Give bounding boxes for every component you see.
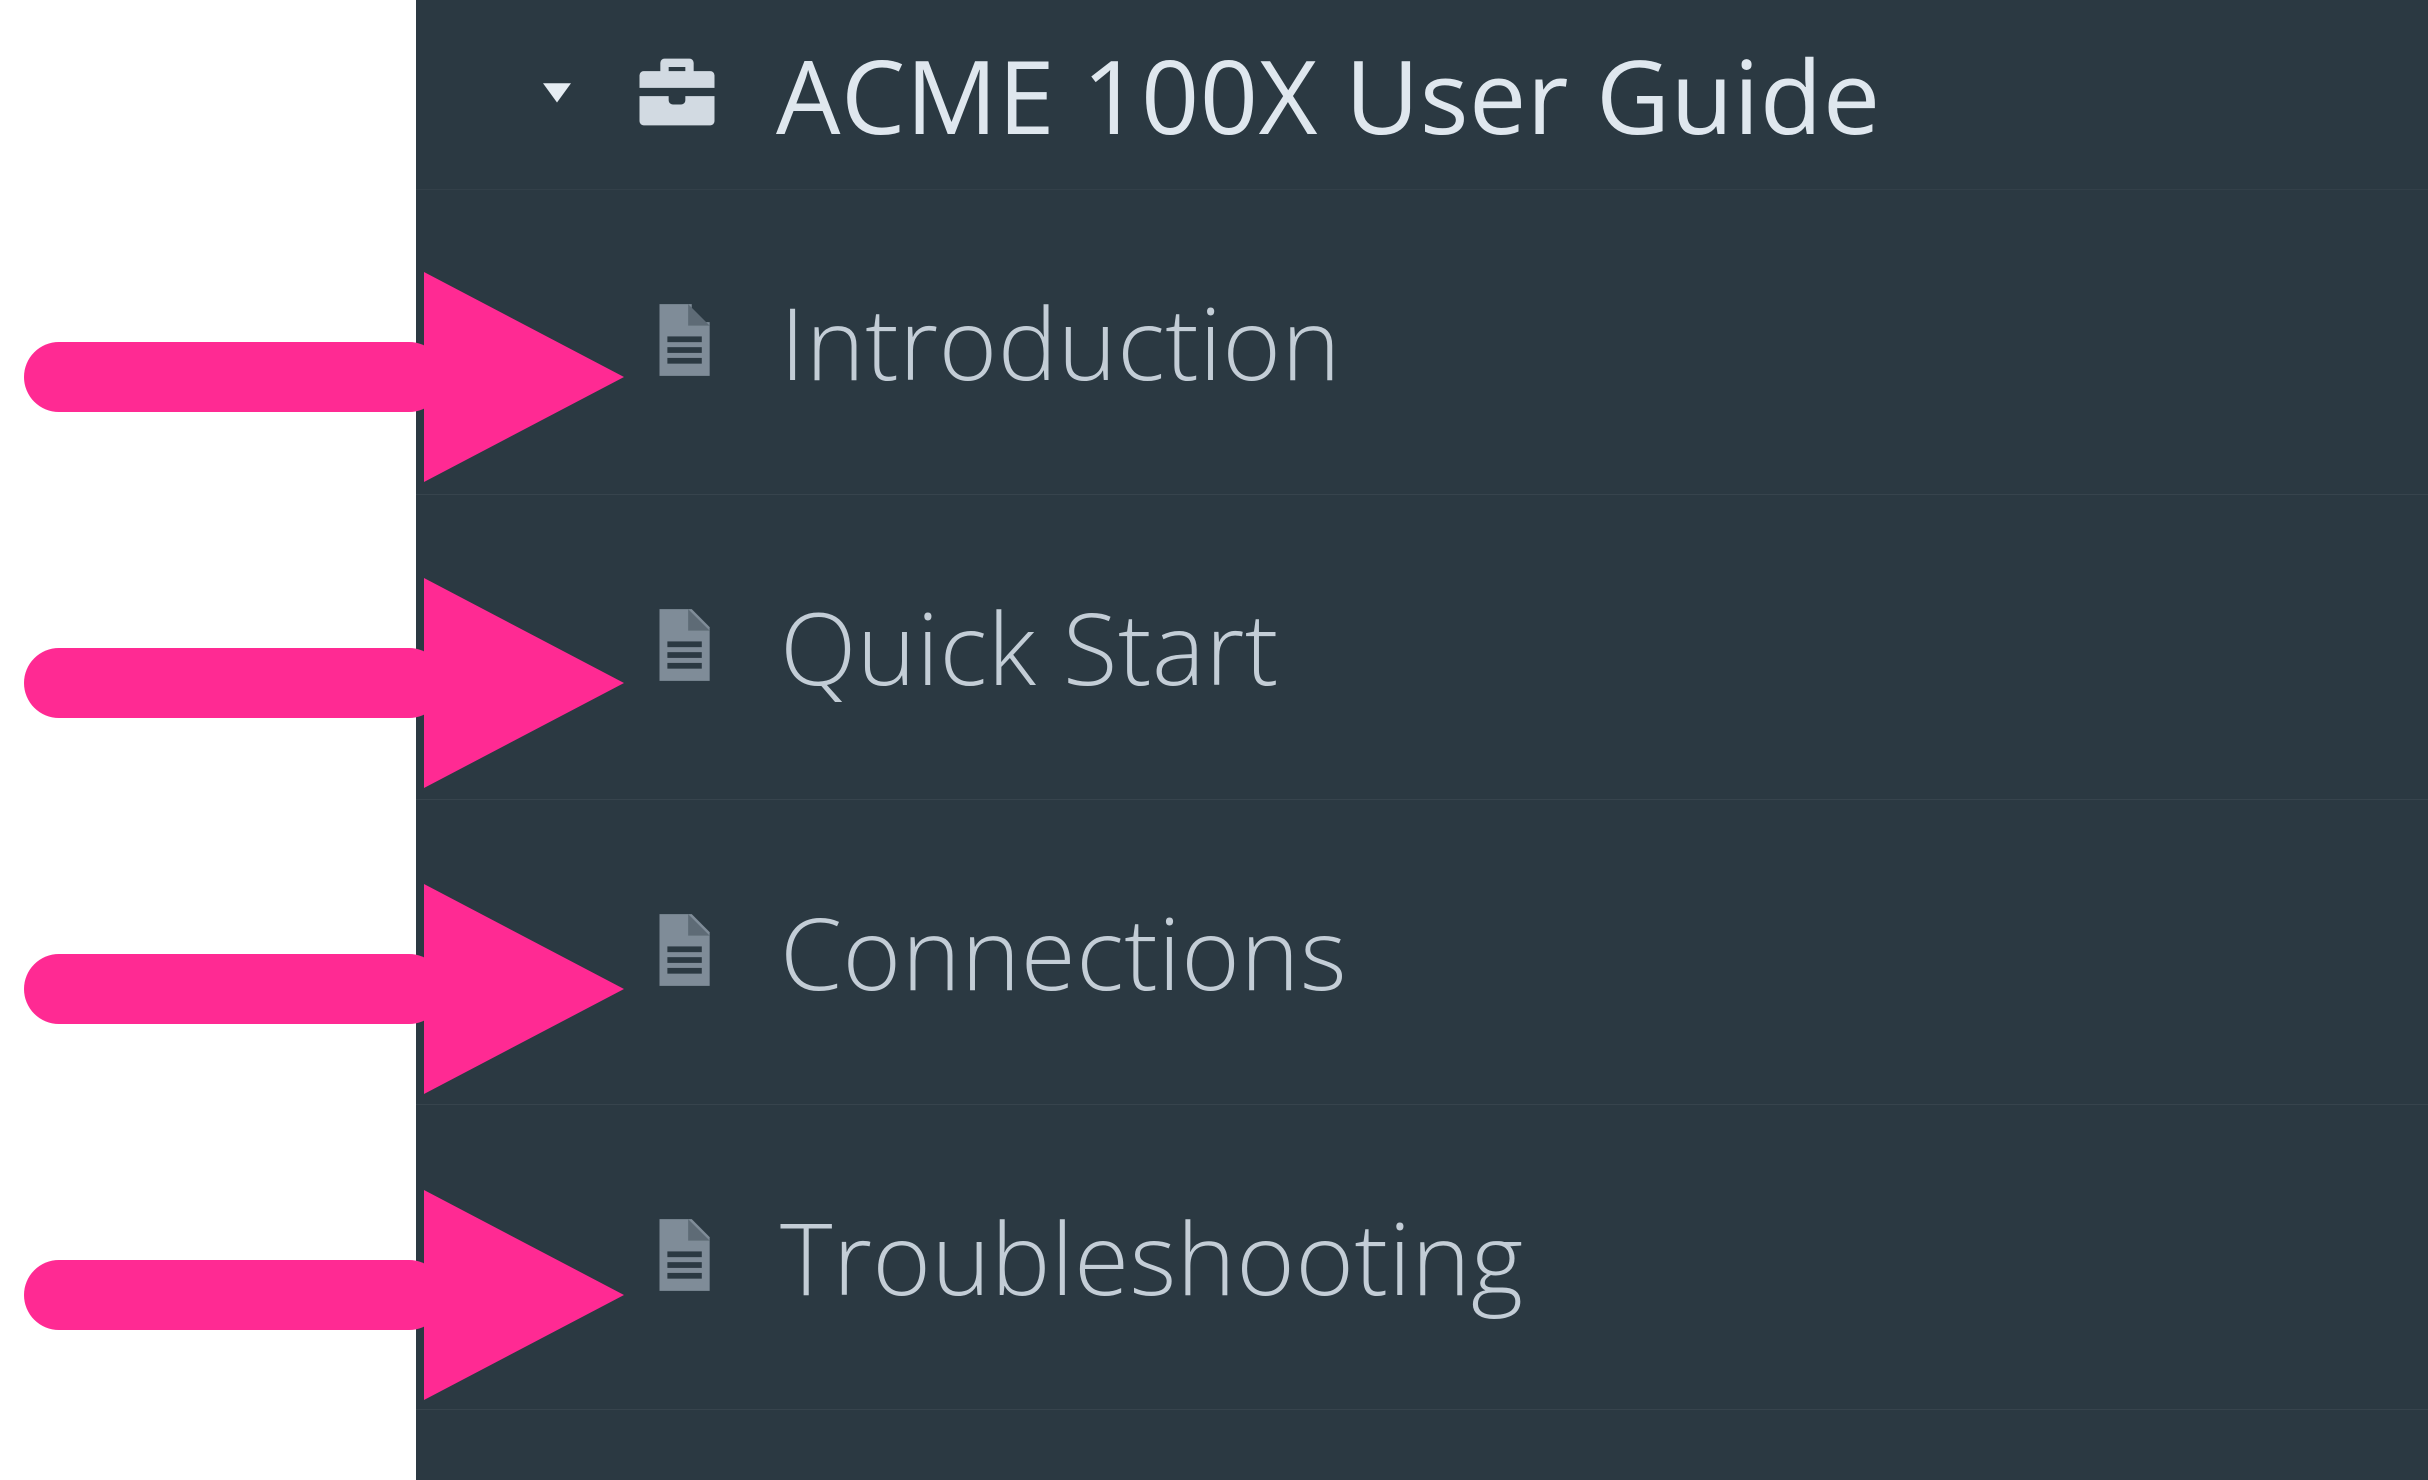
document-icon: [638, 288, 724, 397]
tree-item-label: Connections: [780, 884, 1347, 1020]
tree-item-introduction[interactable]: Introduction: [416, 190, 2428, 495]
tree-item-label: Troubleshooting: [780, 1189, 1524, 1325]
document-icon: [638, 593, 724, 702]
briefcase-icon: [622, 42, 732, 147]
document-icon: [638, 898, 724, 1007]
caret-down-icon: [536, 71, 578, 118]
tree-item-label: Introduction: [780, 274, 1341, 410]
document-icon: [638, 1203, 724, 1312]
tree-item-label: Quick Start: [780, 579, 1279, 715]
navigation-panel: ACME 100X User Guide Introduction: [416, 0, 2428, 1480]
tree-item-quick-start[interactable]: Quick Start: [416, 495, 2428, 800]
tree-item-connections[interactable]: Connections: [416, 800, 2428, 1105]
tree-item-troubleshooting[interactable]: Troubleshooting: [416, 1105, 2428, 1410]
tree-root-label: ACME 100X User Guide: [776, 25, 1881, 164]
tree-root[interactable]: ACME 100X User Guide: [416, 0, 2428, 190]
